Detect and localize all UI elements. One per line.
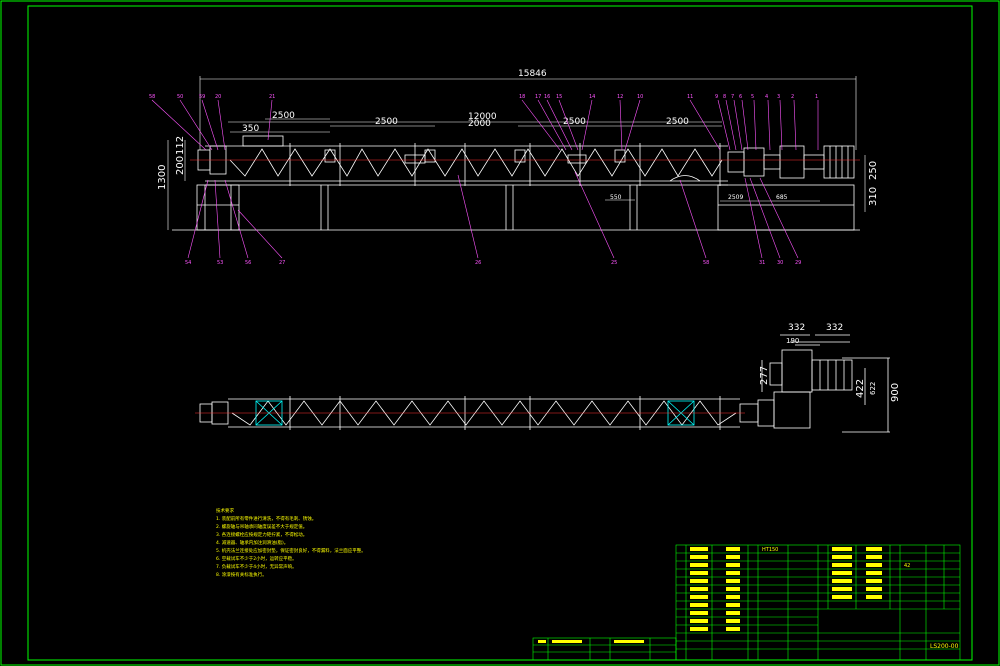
balloon-label: 21 [269, 94, 275, 100]
dim-112: 112 [175, 136, 186, 155]
balloon-label: 30 [777, 260, 783, 266]
note-line: 1. 装配前所有零件进行清洗，不得有毛刺、锈蚀。 [216, 515, 316, 522]
balloon-label: 59 [199, 94, 205, 100]
plan-view [199, 334, 890, 433]
technical-notes: 技术要求 1. 装配前所有零件进行清洗，不得有毛刺、锈蚀。 2. 螺旋轴与吊轴承… [216, 507, 366, 578]
title-remark: 42 [904, 563, 910, 569]
note-line: 5. 机壳法兰连接处应加密封垫，保证密封良好，不得漏料，法兰面应平整。 [216, 547, 366, 554]
cad-drawing: 15846 12000 2500 350 2500 2000 2500 2500… [0, 0, 1000, 666]
dim-685: 685 [776, 194, 788, 201]
balloon-label: 2 [791, 94, 794, 100]
note-line: 6. 空载试车不少于2小时，运转应平稳。 [216, 555, 297, 562]
note-line: 3. 各连接螺栓应按规定力矩拧紧，不得松动。 [216, 531, 307, 538]
balloon-label: 54 [185, 260, 191, 266]
balloon-label: 7 [731, 94, 734, 100]
note-line: 7. 负载试车不少于4小时，无异常声响。 [216, 563, 297, 570]
balloon-label: 5 [751, 94, 754, 100]
dim-350: 350 [242, 124, 259, 134]
balloon-label: 26 [475, 260, 481, 266]
sheet-inner-border [27, 5, 973, 661]
balloon-label: 53 [217, 260, 223, 266]
balloon-label: 50 [177, 94, 183, 100]
balloon-label: 25 [611, 260, 617, 266]
balloon-label: 15 [556, 94, 562, 100]
dim-pitch-right: 2500 [666, 117, 689, 127]
balloon-label: 31 [759, 260, 765, 266]
balloon-label: 18 [519, 94, 525, 100]
dim-550: 550 [610, 194, 622, 201]
balloon-label: 1 [815, 94, 818, 100]
front-elevation-view [172, 135, 860, 231]
balloon-label: 16 [544, 94, 550, 100]
plan-dim-332-b: 332 [826, 323, 843, 333]
dim-250: 250 [868, 161, 879, 180]
parts-list-grid [532, 544, 961, 661]
balloon-label: 29 [795, 260, 801, 266]
plan-dim-900: 900 [890, 383, 901, 402]
note-line: 8. 涂漆按有关标准执行。 [216, 571, 267, 578]
dim-2509: 2509 [728, 194, 743, 201]
dim-310: 310 [868, 187, 879, 206]
balloon-label: 12 [617, 94, 623, 100]
balloon-label: 20 [215, 94, 221, 100]
plan-dim-277: 277 [759, 366, 770, 385]
balloons-top: 58 50 59 20 21 18 17 16 15 14 12 10 11 9… [149, 94, 818, 100]
plan-dim-622: 622 [869, 382, 877, 395]
balloon-label: 17 [535, 94, 541, 100]
balloons-bottom: 54 53 56 27 26 25 58 31 30 29 [185, 260, 801, 266]
balloon-label: 14 [589, 94, 595, 100]
note-line: 4. 减速器、轴承内加注润滑油(脂)。 [216, 539, 288, 546]
balloon-label: 9 [715, 94, 718, 100]
dim-overall-length: 15846 [518, 69, 547, 79]
dim-pitch-mid: 2500 [563, 117, 586, 127]
balloon-label: 10 [637, 94, 643, 100]
plan-dim-422: 422 [855, 379, 866, 398]
dim-span-2000: 2000 [468, 119, 491, 129]
dim-pitch-left: 2500 [375, 117, 398, 127]
notes-heading: 技术要求 [216, 507, 234, 514]
plan-dim-190: 190 [786, 337, 799, 345]
balloon-label: 3 [777, 94, 780, 100]
balloon-label: 4 [765, 94, 768, 100]
dim-200: 200 [175, 156, 186, 175]
balloon-label: 27 [279, 260, 285, 266]
parts-list-entries [538, 547, 882, 643]
balloon-label: 56 [245, 260, 251, 266]
balloon-label: 6 [739, 94, 742, 100]
balloon-label: 58 [149, 94, 155, 100]
balloon-label: 11 [687, 94, 693, 100]
dim-1300: 1300 [157, 165, 168, 190]
note-line: 2. 螺旋轴与吊轴承同轴度误差不大于规定值。 [216, 523, 307, 530]
title-drawing-no: LS200-00 [930, 643, 959, 650]
dim-top-2500: 2500 [272, 111, 295, 121]
screw-flights-front [229, 148, 723, 177]
balloon-label: 8 [723, 94, 726, 100]
balloon-label: 58 [703, 260, 709, 266]
title-material: HT150 [762, 547, 778, 553]
plan-dim-332-a: 332 [788, 323, 805, 333]
